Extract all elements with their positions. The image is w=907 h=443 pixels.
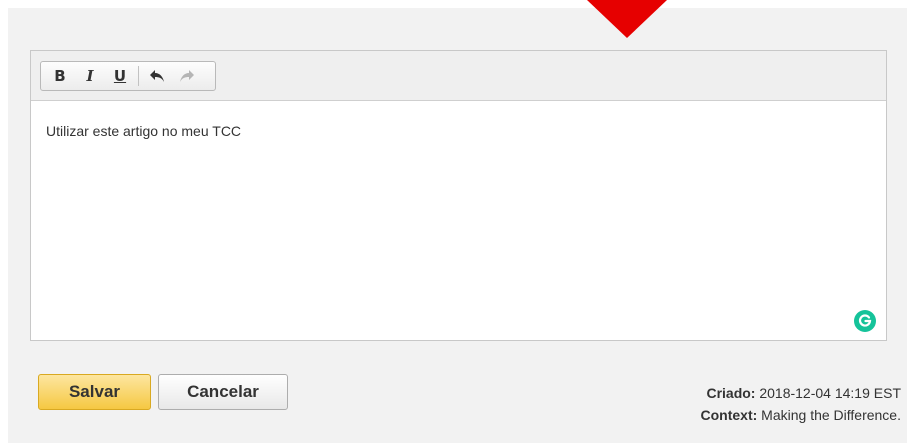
grammarly-icon[interactable] xyxy=(854,310,876,332)
context-line: Context: Making the Difference. xyxy=(701,404,902,426)
bold-button[interactable]: B xyxy=(45,62,75,90)
editor-toolbar: B I U xyxy=(31,51,886,101)
created-value: 2018-12-04 14:19 EST xyxy=(759,385,901,401)
context-value: Making the Difference. xyxy=(761,407,901,423)
created-line: Criado: 2018-12-04 14:19 EST xyxy=(701,382,901,404)
created-label: Criado: xyxy=(706,385,756,401)
grammarly-g-icon xyxy=(858,314,872,327)
undo-button[interactable] xyxy=(142,62,172,90)
editor-content[interactable]: Utilizar este artigo no meu TCC xyxy=(31,101,886,161)
cancel-button[interactable]: Cancelar xyxy=(158,374,288,410)
rich-text-editor[interactable]: B I U Utilizar este artigo no meu TCC xyxy=(30,50,887,341)
note-metadata: Criado: 2018-12-04 14:19 EST Context: Ma… xyxy=(701,382,902,426)
redo-icon xyxy=(180,70,194,82)
underline-button[interactable]: U xyxy=(105,62,135,90)
pointer-arrow-icon xyxy=(587,0,667,38)
redo-button[interactable] xyxy=(172,62,202,90)
undo-icon xyxy=(150,70,164,82)
formatting-button-group: B I U xyxy=(40,61,216,91)
toolbar-divider xyxy=(138,66,139,86)
italic-button[interactable]: I xyxy=(75,62,105,90)
context-label: Context: xyxy=(700,407,758,423)
save-button[interactable]: Salvar xyxy=(38,374,151,410)
